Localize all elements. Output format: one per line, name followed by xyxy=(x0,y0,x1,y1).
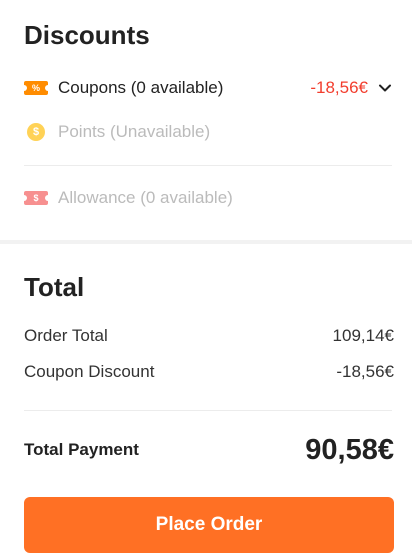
total-payment-label: Total Payment xyxy=(24,440,139,459)
coupon-ticket-icon: % xyxy=(21,76,51,100)
discounts-title: Discounts xyxy=(24,20,150,50)
coupon-discount-row: Coupon Discount -18,56€ xyxy=(24,362,394,382)
points-coin-icon: $ xyxy=(24,120,48,144)
order-total-value: 109,14€ xyxy=(332,326,394,345)
discounts-section: Discounts % Coupons (0 available) -18,56… xyxy=(0,0,412,240)
chevron-down-icon[interactable] xyxy=(378,81,392,95)
coupons-amount: -18,56€ xyxy=(310,78,368,97)
total-title: Total xyxy=(24,272,85,302)
points-label: Points (Unavailable) xyxy=(58,122,211,141)
discounts-divider xyxy=(24,165,392,166)
coupons-label: Coupons (0 available) xyxy=(58,78,224,97)
total-payment-value: 90,58€ xyxy=(305,433,394,466)
coupon-ticket-symbol: % xyxy=(21,81,51,95)
coupons-row[interactable]: % Coupons (0 available) -18,56€ xyxy=(21,76,392,100)
order-total-row: Order Total 109,14€ xyxy=(24,326,394,346)
total-divider xyxy=(24,410,392,411)
points-row: $ Points (Unavailable) xyxy=(24,120,392,144)
order-total-label: Order Total xyxy=(24,326,108,345)
total-payment-row: Total Payment 90,58€ xyxy=(24,430,394,470)
allowance-ticket-icon: $ xyxy=(21,186,51,210)
allowance-label: Allowance (0 available) xyxy=(58,188,233,207)
points-coin-symbol: $ xyxy=(27,123,45,141)
place-order-button[interactable]: Place Order xyxy=(24,497,394,553)
allowance-row: $ Allowance (0 available) xyxy=(21,186,392,210)
total-section: Total Order Total 109,14€ Coupon Discoun… xyxy=(0,244,412,560)
coupon-discount-label: Coupon Discount xyxy=(24,362,155,381)
coupon-discount-value: -18,56€ xyxy=(336,362,394,381)
allowance-ticket-symbol: $ xyxy=(21,191,51,205)
